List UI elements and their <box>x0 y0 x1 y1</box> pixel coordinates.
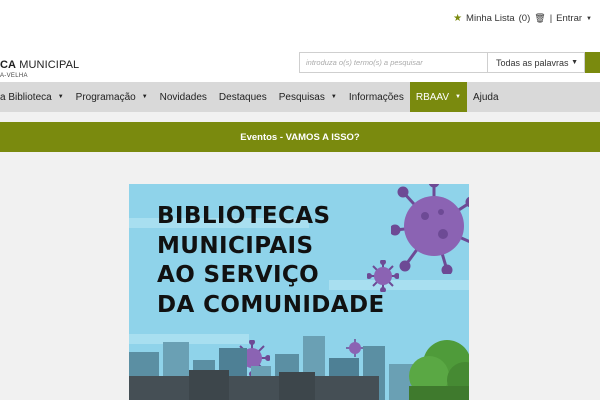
nav-label: Novidades <box>159 91 207 103</box>
nav-label: RBAAV <box>415 91 450 103</box>
search-bar: Todas as palavras ▼ <box>299 52 600 73</box>
headline-line: MUNICIPAIS <box>157 232 314 259</box>
nav-item-destaques[interactable]: Destaques <box>213 82 273 112</box>
nav-label: Programação <box>75 91 136 103</box>
chevron-down-icon[interactable]: ▼ <box>586 16 592 22</box>
chevron-down-icon: ▼ <box>455 94 461 100</box>
event-poster[interactable]: BIBLIOTECAS MUNICIPAIS AO SERVIÇO DA COM… <box>129 184 469 400</box>
logo-text-bold: CA <box>0 59 17 71</box>
trash-icon[interactable]: 🗑 <box>534 13 545 24</box>
nav-label: a Biblioteca <box>0 91 52 103</box>
chevron-down-icon: ▼ <box>57 94 64 100</box>
virus-icon <box>391 184 469 274</box>
nav-label: Ajuda <box>472 91 499 103</box>
search-mode-select[interactable]: Todas as palavras ▼ <box>487 52 585 73</box>
nav-item-rbaav[interactable]: RBAAV ▼ <box>409 82 467 112</box>
nav-item-informacoes[interactable]: Informações <box>343 82 410 112</box>
chevron-down-icon: ▼ <box>571 59 578 66</box>
logo-text: MUNICIPAL <box>16 59 80 71</box>
search-button[interactable] <box>585 52 600 73</box>
city-skyline <box>129 336 469 400</box>
nav-label: Pesquisas <box>278 91 325 103</box>
nav-item-biblioteca[interactable]: a Biblioteca ▼ <box>0 82 70 112</box>
nav-label: Informações <box>348 91 404 103</box>
headline-line: BIBLIOTECAS <box>157 203 331 229</box>
main-nav: a Biblioteca ▼ Programação ▼ Novidades Des… <box>0 82 600 112</box>
my-list-count: (0) <box>518 13 531 24</box>
banner-title: Eventos - VAMOS A ISSO? <box>240 131 360 143</box>
header: ★ Minha Lista (0) 🗑 | Entrar ▼ CA MUNICI… <box>0 0 600 82</box>
my-list-link[interactable]: Minha Lista <box>466 13 515 24</box>
star-icon: ★ <box>453 13 463 24</box>
poster-headline: BIBLIOTECAS MUNICIPAIS AO SERVIÇO DA COM… <box>157 202 385 320</box>
nav-item-novidades[interactable]: Novidades <box>154 82 213 112</box>
chevron-down-icon: ▼ <box>330 94 337 100</box>
library-logo[interactable]: CA MUNICIPAL A-VELHA <box>0 59 80 80</box>
separator: | <box>549 13 553 24</box>
nav-item-programacao[interactable]: Programação ▼ <box>70 82 154 112</box>
logo-subtext: A-VELHA <box>0 73 28 79</box>
search-input[interactable] <box>299 52 487 73</box>
nav-item-pesquisas[interactable]: Pesquisas ▼ <box>273 82 343 112</box>
search-mode-value: Todas as palavras <box>496 57 569 68</box>
section-banner: Eventos - VAMOS A ISSO? <box>0 122 600 152</box>
login-link[interactable]: Entrar <box>556 13 582 24</box>
headline-line: AO SERVIÇO <box>157 262 320 288</box>
nav-item-ajuda[interactable]: Ajuda <box>467 82 505 112</box>
chevron-down-icon: ▼ <box>141 94 148 100</box>
user-links: ★ Minha Lista (0) 🗑 | Entrar ▼ <box>453 13 592 24</box>
headline-line: DA COMUNIDADE <box>157 291 385 318</box>
nav-label: Destaques <box>218 91 267 103</box>
